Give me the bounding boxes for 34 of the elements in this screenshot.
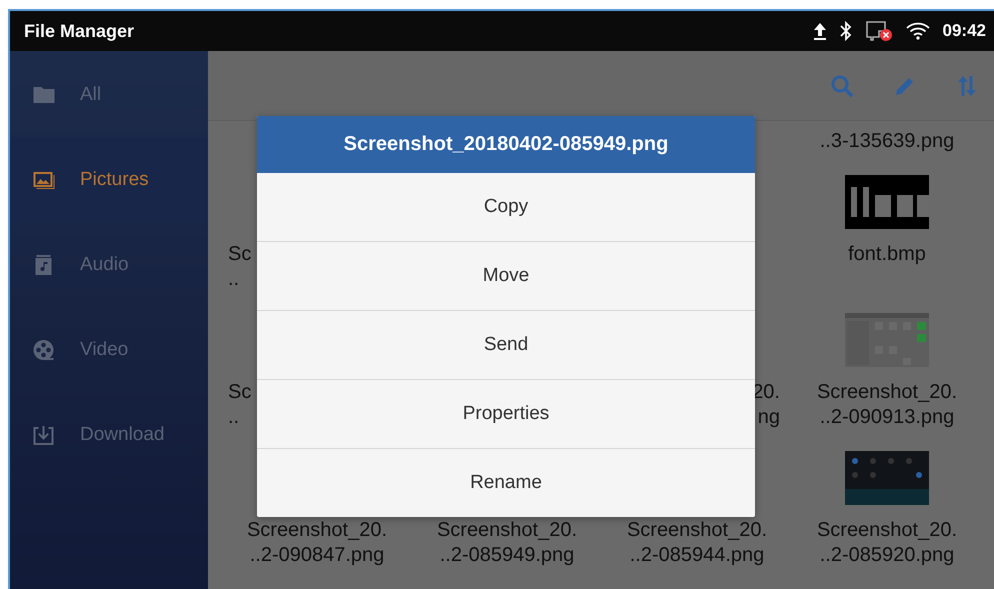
file-name: ..2-090913.png [820,405,954,430]
menu-option[interactable]: Copy [257,173,755,241]
ethernet-error-icon [864,20,893,42]
file-name: Sc [227,242,252,267]
file-name: ..2-090847.png [250,543,384,568]
file-name: Sc [227,380,252,405]
file-name: font.bmp [848,242,926,267]
menu-option[interactable]: Properties [257,379,755,448]
file-name: ..2-085944.png [630,543,764,568]
file-name: .. [227,267,240,292]
app-title: File Manager [24,20,134,42]
wifi-icon [906,22,930,40]
sidebar-item[interactable]: Pictures [10,137,208,222]
menu-option[interactable]: Rename [257,448,755,517]
video-icon [32,338,56,360]
sort-icon[interactable] [956,74,978,98]
upload-icon [812,22,827,40]
menu-option[interactable]: Move [257,241,755,310]
download-icon [32,424,56,446]
file-name: ng [756,405,781,430]
file-name: Screenshot_20. [246,518,388,543]
search-icon[interactable] [830,74,854,98]
file-name: .. [227,405,240,430]
file-name: Screenshot_20. [816,518,958,543]
bluetooth-icon [840,21,852,41]
clock: 09:42 [942,21,986,41]
file-name: Screenshot_20. [626,518,768,543]
dialog-title: Screenshot_20180402-085949.png [257,116,755,173]
file-name: Screenshot_20. [436,518,578,543]
file-name: ..3-135639.png [820,129,954,154]
file-name: Screenshot_20. [816,380,958,405]
menu-option[interactable]: Send [257,310,755,379]
file-name: ..2-085920.png [820,543,954,568]
file-name: ..2-085949.png [440,543,574,568]
